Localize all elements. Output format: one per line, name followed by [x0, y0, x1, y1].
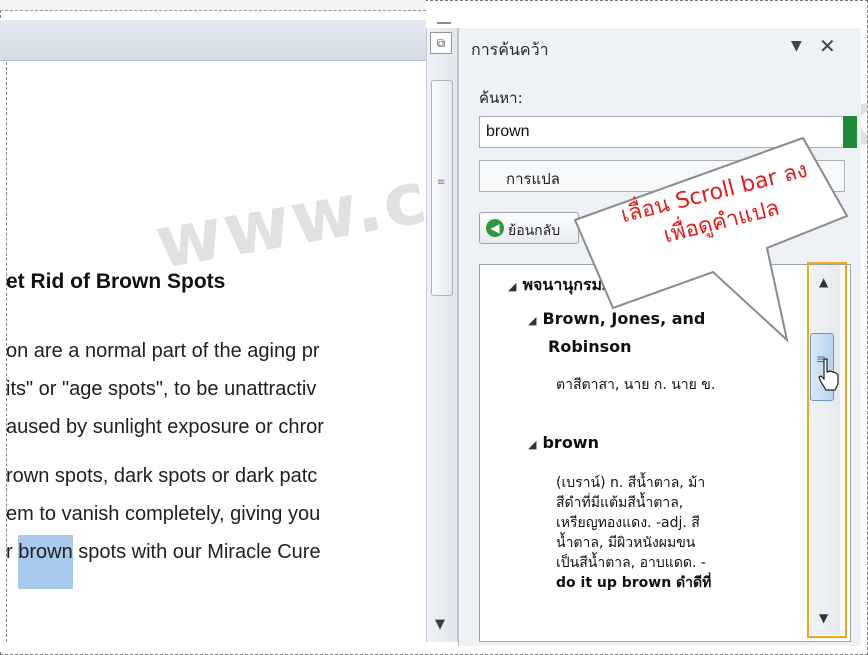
document-line: on are a normal part of the aging pr — [6, 340, 320, 362]
document-heading: et Rid of Brown Spots — [6, 270, 226, 293]
result-subheading-label: brown — [542, 433, 599, 452]
result-body-rich: (เบราน์) n. สีน้ำตาล, ม้า สีดำที่มีแต้มส… — [556, 473, 806, 593]
search-label: ค้นหา: — [479, 89, 523, 107]
collapse-triangle-icon[interactable]: ◢ — [528, 438, 536, 451]
result-line: do it up brown ดำดีที่ — [556, 575, 712, 591]
document-line: its" or "age spots", to be unattractiv — [6, 378, 317, 400]
document-text: spots with our Miracle Cure — [72, 541, 321, 563]
grip-icon: ≡ — [437, 177, 446, 188]
result-subheading[interactable]: ◢ brown — [528, 433, 599, 452]
collapse-triangle-icon[interactable]: ◢ — [528, 314, 536, 327]
document-line: rown spots, dark spots or dark patc — [6, 465, 318, 487]
select-value: การแปล — [506, 170, 560, 188]
split-dash — [437, 22, 451, 24]
back-label: ย้อนกลับ — [508, 223, 561, 239]
top-ruler — [0, 0, 426, 11]
document-line-last: r brown spots with our Miracle Cure — [6, 535, 321, 589]
document-scroll-thumb[interactable]: ≡ — [431, 80, 453, 296]
document-line: aused by sunlight exposure or chror — [6, 416, 324, 438]
result-body: ตาสีตาสา, นาย ก. นาย ข. — [556, 377, 716, 393]
close-icon[interactable]: ✕ — [819, 34, 836, 58]
scroll-down-arrow-icon[interactable]: ▼ — [819, 611, 828, 625]
pane-title: การค้นคว้า — [471, 40, 549, 59]
result-line: (เบราน์) n. สีน้ำตาล, ม้า — [556, 475, 706, 491]
hand-cursor-icon — [818, 358, 839, 391]
result-line: เหรียญทองแดง. -adj. สี — [556, 515, 700, 531]
split-window-icon[interactable]: ⧉ — [430, 32, 452, 54]
collapse-triangle-icon[interactable]: ◢ — [508, 280, 516, 293]
document-line: em to vanish completely, giving you — [6, 503, 321, 525]
result-line: เป็นสีน้ำตาล, อาบแดด. - — [556, 555, 706, 571]
document-scrollbar[interactable]: ▲ ≡ ▼ — [426, 28, 458, 642]
document-header-bar — [0, 20, 426, 61]
scroll-down-arrow-icon[interactable]: ▼ — [435, 617, 445, 632]
result-line: น้ำตาล, มีผิวหนังผมขน — [556, 535, 696, 551]
document-text: r — [6, 541, 19, 563]
back-arrow-icon: ◀ — [486, 219, 504, 237]
result-line: สีดำที่มีแต้มสีน้ำตาล, — [556, 495, 684, 511]
pane-options-icon[interactable]: ▼ — [791, 38, 802, 54]
highlighted-word[interactable]: brown — [18, 535, 73, 589]
